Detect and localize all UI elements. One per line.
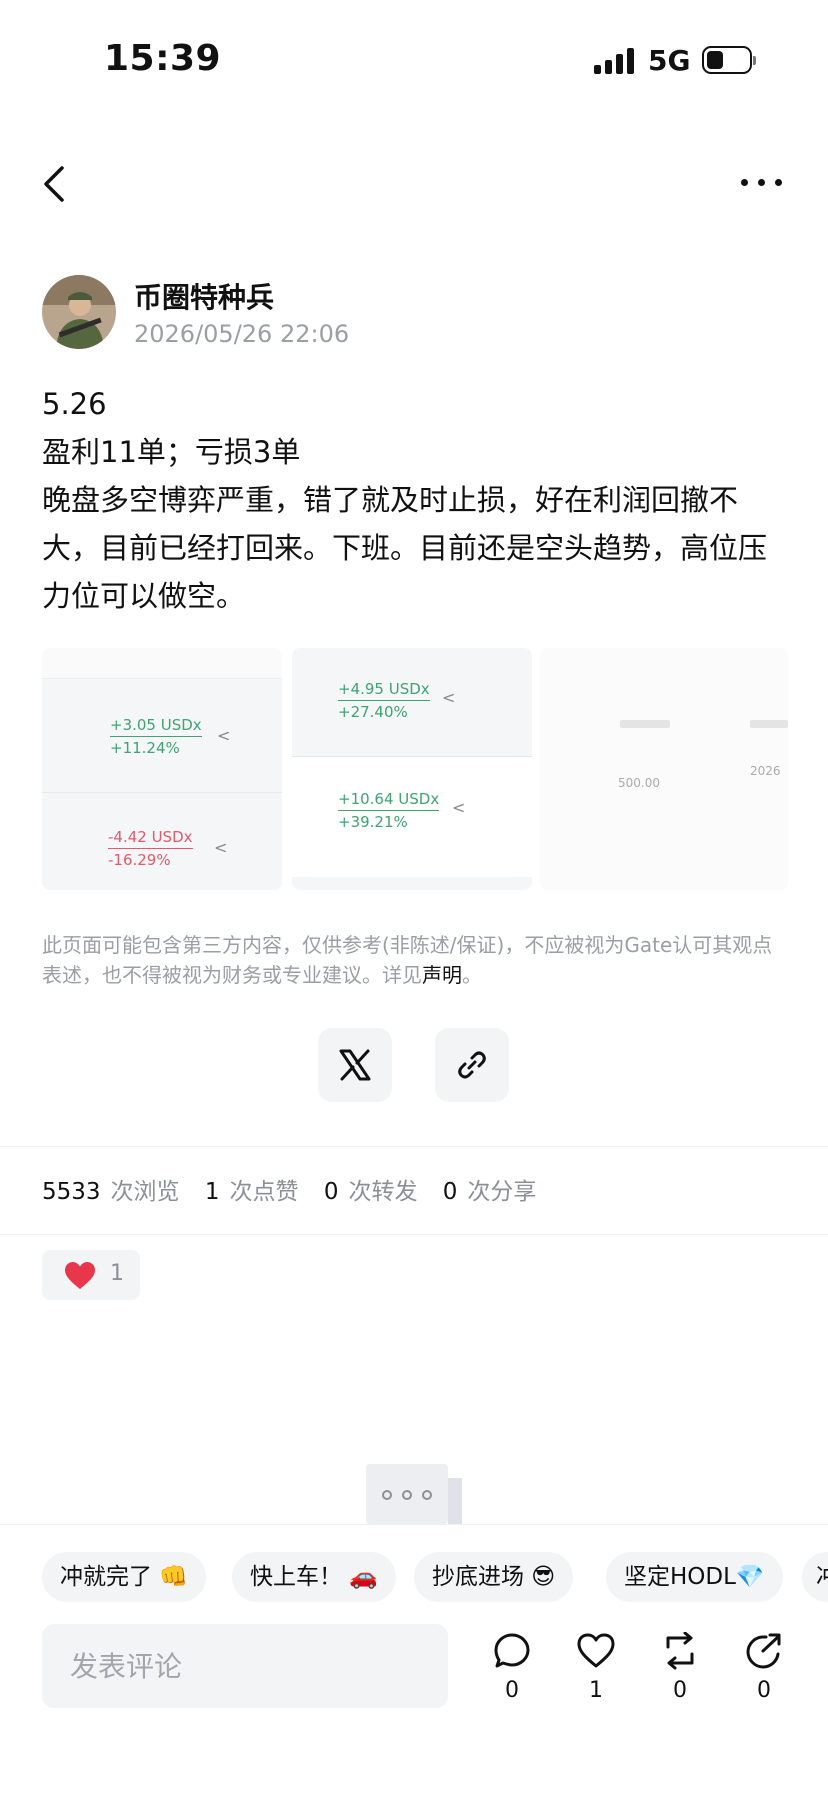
repost-button[interactable]: 0 [650, 1632, 710, 1703]
comment-count: 0 [505, 1678, 519, 1703]
pnl-row: +3.05 USDx +11.24% [110, 714, 202, 759]
disclaimer: 此页面可能包含第三方内容，仅供参考(非陈述/保证)，不应被视为Gate认可其观点… [42, 930, 792, 990]
pnl-percent: +27.40% [338, 703, 408, 721]
share-small-icon: < [452, 798, 466, 817]
quick-reply-chip[interactable]: 冲就完了 👊 [42, 1552, 206, 1602]
pnl-percent: -16.29% [108, 851, 171, 869]
quick-reply-chip[interactable]: 抄底进场 😎 [414, 1552, 574, 1602]
post-date: 2026/05/26 22:06 [134, 320, 350, 348]
post-line: 5.26 [42, 387, 107, 421]
post-content: 5.26 盈利11单；亏损3单 晚盘多空博弈严重，错了就及时止损，好在利润回撤不… [42, 380, 782, 620]
views-label: 次浏览 [110, 1179, 180, 1205]
back-button[interactable] [38, 160, 72, 208]
post-image-1[interactable]: +3.05 USDx +11.24% < -4.42 USDx -16.29% … [42, 648, 282, 890]
post-line: 盈利11单；亏损3单 [42, 435, 301, 469]
post-image-2[interactable]: +4.95 USDx +27.40% < +10.64 USDx +39.21%… [292, 648, 532, 890]
post-line: 晚盘多空博弈严重，错了就及时止损，好在利润回撤不大，目前已经打回来。下班。目前还… [42, 483, 768, 613]
divider [0, 1146, 828, 1147]
order-value: 500.00 [618, 776, 660, 790]
likes-label: 次点赞 [229, 1179, 299, 1205]
share-x-button[interactable] [318, 1028, 392, 1102]
more-button[interactable] [738, 170, 786, 194]
x-logo-icon [339, 1049, 371, 1081]
quick-reply-chip[interactable]: 快上车！ 🚗 [232, 1552, 396, 1602]
avatar[interactable] [42, 275, 116, 349]
repost-icon [666, 1632, 694, 1670]
shares-label: 次分享 [467, 1179, 537, 1205]
disclaimer-text: 此页面可能包含第三方内容，仅供参考(非陈述/保证)，不应被视为Gate认可其观点… [42, 933, 773, 987]
status-time: 15:39 [104, 38, 222, 79]
pnl-amount: +3.05 USDx [110, 714, 202, 737]
like-button[interactable]: 1 [566, 1632, 626, 1703]
reposts-label: 次转发 [348, 1179, 418, 1205]
post-stats: 5533 次浏览 1 次点赞 0 次转发 0 次分享 [42, 1172, 554, 1206]
author-name[interactable]: 币圈特种兵 [134, 276, 274, 316]
views-count: 5533 [42, 1179, 101, 1205]
share-count: 0 [757, 1678, 771, 1703]
reaction-count: 1 [110, 1261, 124, 1286]
share-small-icon: < [214, 838, 228, 857]
signal-icon [594, 48, 636, 74]
chevron-left-icon [44, 166, 64, 202]
share-button[interactable]: 0 [734, 1632, 794, 1703]
more-icon [741, 179, 748, 186]
heart-outline-icon [577, 1633, 615, 1668]
likes-count: 1 [204, 1179, 220, 1205]
pnl-row: +4.95 USDx +27.40% [338, 678, 430, 723]
loading-indicator [366, 1464, 462, 1524]
repost-count: 0 [673, 1678, 687, 1703]
disclaimer-end: 。 [462, 963, 482, 987]
share-icon [746, 1633, 781, 1669]
pnl-row: +10.64 USDx +39.21% [338, 788, 440, 833]
link-icon [458, 1051, 486, 1079]
shares-count: 0 [442, 1179, 458, 1205]
heart-icon [65, 1262, 95, 1289]
divider [0, 1234, 828, 1235]
network-type: 5G [648, 44, 691, 77]
share-small-icon: < [442, 688, 456, 707]
comment-icon [494, 1633, 530, 1668]
order-year: 2026 [750, 764, 781, 778]
pnl-row: -4.42 USDx -16.29% [108, 826, 193, 871]
pnl-percent: +11.24% [110, 739, 180, 757]
pnl-amount: +10.64 USDx [338, 788, 440, 811]
quick-reply-chip[interactable]: 冲 [802, 1552, 828, 1602]
share-small-icon: < [217, 726, 231, 745]
pnl-amount: +4.95 USDx [338, 678, 430, 701]
pnl-percent: +39.21% [338, 813, 408, 831]
pnl-amount: -4.42 USDx [108, 826, 193, 849]
comment-input[interactable] [42, 1624, 448, 1708]
heart-reaction[interactable]: 1 [42, 1250, 140, 1300]
reposts-count: 0 [323, 1179, 339, 1205]
battery-icon [702, 46, 756, 76]
post-image-3[interactable]: 500.00 2026 [540, 648, 788, 890]
comment-button[interactable]: 0 [482, 1632, 542, 1703]
divider [0, 1524, 828, 1525]
like-count: 1 [589, 1678, 603, 1703]
copy-link-button[interactable] [435, 1028, 509, 1102]
disclaimer-link[interactable]: 声明 [422, 963, 462, 987]
quick-reply-chip[interactable]: 坚定HODL💎 [606, 1552, 783, 1602]
